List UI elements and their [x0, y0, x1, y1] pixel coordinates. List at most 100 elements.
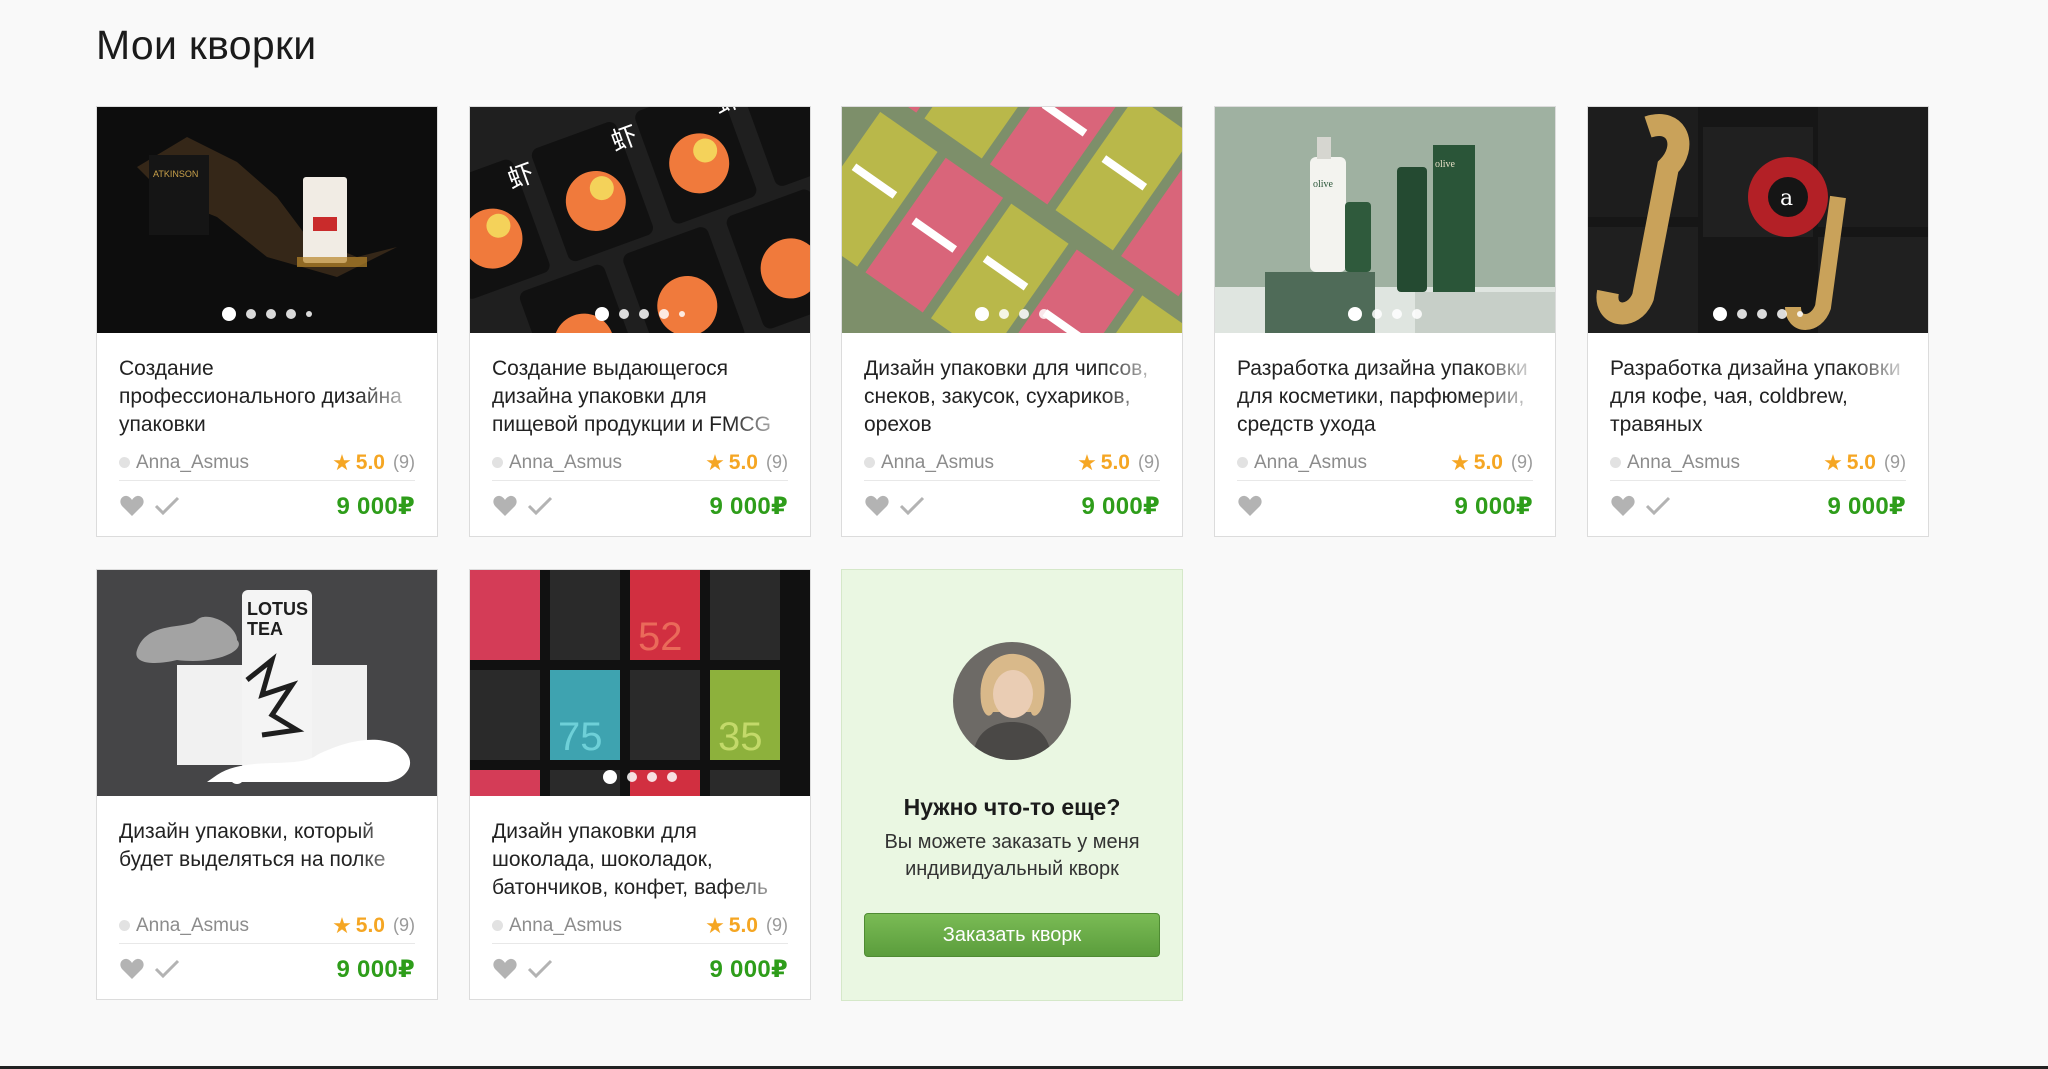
check-icon[interactable] [898, 494, 926, 518]
author-name[interactable]: Anna_Asmus [1627, 452, 1740, 474]
card-actions [864, 494, 926, 518]
kwork-card[interactable]: LOTUS TEA Дизайн упаковки, который будет… [96, 569, 438, 1000]
card-title[interactable]: Дизайн упаковки для шоколада, шоколадок,… [492, 818, 788, 904]
carousel-dots[interactable] [1713, 307, 1803, 321]
carousel-dot[interactable] [595, 307, 609, 321]
heart-icon[interactable] [864, 494, 890, 518]
carousel-dot[interactable] [667, 772, 677, 782]
author[interactable]: Anna_Asmus [1237, 452, 1367, 474]
card-thumbnail[interactable]: LOTUS TEA [97, 570, 437, 796]
heart-icon[interactable] [1237, 494, 1263, 518]
carousel-dots[interactable] [975, 307, 1049, 321]
author-name[interactable]: Anna_Asmus [136, 915, 249, 937]
carousel-dot[interactable] [1019, 309, 1029, 319]
svg-text:a: a [1780, 186, 1793, 211]
author[interactable]: Anna_Asmus [492, 915, 622, 937]
carousel-dot[interactable] [999, 309, 1009, 319]
carousel-dot[interactable] [1757, 309, 1767, 319]
kwork-card[interactable]: Дизайн упаковки для чипсов, снеков, заку… [841, 106, 1183, 537]
kwork-card[interactable]: olive olive Разработка дизайна упаковки … [1214, 106, 1556, 537]
author-name[interactable]: Anna_Asmus [509, 915, 622, 937]
carousel-dot[interactable] [1039, 309, 1049, 319]
card-title[interactable]: Создание выдающегося дизайна упаковки дл… [492, 355, 788, 441]
carousel-dots[interactable] [230, 770, 304, 784]
carousel-dot[interactable] [230, 770, 244, 784]
card-footer: 9 000₽ [492, 481, 788, 531]
heart-icon[interactable] [492, 957, 518, 981]
carousel-dot[interactable] [266, 309, 276, 319]
carousel-dot[interactable] [619, 309, 629, 319]
card-title[interactable]: Разработка дизайна упаковки для кофе, ча… [1610, 355, 1906, 441]
card-footer: 9 000₽ [119, 481, 415, 531]
carousel-dot[interactable] [306, 311, 312, 317]
star-icon: ★ [705, 912, 725, 938]
carousel-dot[interactable] [627, 772, 637, 782]
card-thumbnail[interactable]: ATKINSON [97, 107, 437, 333]
carousel-dot[interactable] [1713, 307, 1727, 321]
carousel-dot[interactable] [1412, 309, 1422, 319]
carousel-dot[interactable] [222, 307, 236, 321]
heart-icon[interactable] [1610, 494, 1636, 518]
kwork-card[interactable]: a Разработка дизайна упаковки для кофе, … [1587, 106, 1929, 537]
card-title[interactable]: Разработка дизайна упаковки для косметик… [1237, 355, 1533, 441]
rating-value: 5.0 [1473, 450, 1503, 474]
author[interactable]: Anna_Asmus [864, 452, 994, 474]
heart-icon[interactable] [119, 957, 145, 981]
carousel-dot[interactable] [1392, 309, 1402, 319]
carousel-dot[interactable] [254, 772, 264, 782]
card-actions [119, 957, 181, 981]
card-title[interactable]: Создание профессионального дизайна упако… [119, 355, 415, 441]
author-name[interactable]: Anna_Asmus [881, 452, 994, 474]
carousel-dot[interactable] [286, 309, 296, 319]
rating: ★ 5.0 (9) [1823, 451, 1906, 475]
check-icon[interactable] [1644, 494, 1672, 518]
carousel-dot[interactable] [274, 772, 284, 782]
kwork-card[interactable]: 52 75 35 Дизайн упаковки для шоколада, ш… [469, 569, 811, 1000]
heart-icon[interactable] [492, 494, 518, 518]
check-icon[interactable] [526, 957, 554, 981]
carousel-dot[interactable] [294, 772, 304, 782]
carousel-dot[interactable] [1797, 311, 1803, 317]
author-name[interactable]: Anna_Asmus [136, 452, 249, 474]
card-thumbnail[interactable] [842, 107, 1182, 333]
carousel-dot[interactable] [639, 309, 649, 319]
card-thumbnail[interactable]: a [1588, 107, 1928, 333]
carousel-dot[interactable] [246, 309, 256, 319]
carousel-dots[interactable] [603, 770, 677, 784]
avatar[interactable] [953, 642, 1071, 760]
svg-text:52: 52 [638, 615, 683, 659]
check-icon[interactable] [526, 494, 554, 518]
carousel-dot[interactable] [1372, 309, 1382, 319]
card-title[interactable]: Дизайн упаковки для чипсов, снеков, заку… [864, 355, 1160, 441]
order-kwork-button[interactable]: Заказать кворк [864, 913, 1160, 957]
card-thumbnail[interactable]: 虾 虾 虾 [470, 107, 810, 333]
carousel-dot[interactable] [1348, 307, 1362, 321]
heart-icon[interactable] [119, 494, 145, 518]
carousel-dot[interactable] [975, 307, 989, 321]
author[interactable]: Anna_Asmus [1610, 452, 1740, 474]
card-meta: Anna_Asmus ★ 5.0 (9) [119, 908, 415, 944]
rating: ★ 5.0 (9) [705, 914, 788, 938]
author[interactable]: Anna_Asmus [492, 452, 622, 474]
kwork-card[interactable]: ATKINSON Создание профессионального диза… [96, 106, 438, 537]
card-thumbnail[interactable]: 52 75 35 [470, 570, 810, 796]
carousel-dots[interactable] [222, 307, 312, 321]
carousel-dot[interactable] [659, 309, 669, 319]
carousel-dot[interactable] [679, 311, 685, 317]
carousel-dot[interactable] [1737, 309, 1747, 319]
author-name[interactable]: Anna_Asmus [1254, 452, 1367, 474]
check-icon[interactable] [153, 494, 181, 518]
card-thumbnail[interactable]: olive olive [1215, 107, 1555, 333]
review-count: (9) [1884, 452, 1906, 472]
carousel-dot[interactable] [603, 770, 617, 784]
author[interactable]: Anna_Asmus [119, 452, 249, 474]
carousel-dots[interactable] [1348, 307, 1422, 321]
author[interactable]: Anna_Asmus [119, 915, 249, 937]
card-title[interactable]: Дизайн упаковки, который будет выделятьс… [119, 818, 415, 904]
carousel-dots[interactable] [595, 307, 685, 321]
carousel-dot[interactable] [1777, 309, 1787, 319]
carousel-dot[interactable] [647, 772, 657, 782]
check-icon[interactable] [153, 957, 181, 981]
author-name[interactable]: Anna_Asmus [509, 452, 622, 474]
kwork-card[interactable]: 虾 虾 虾 Создание выдающегося дизайна упако… [469, 106, 811, 537]
